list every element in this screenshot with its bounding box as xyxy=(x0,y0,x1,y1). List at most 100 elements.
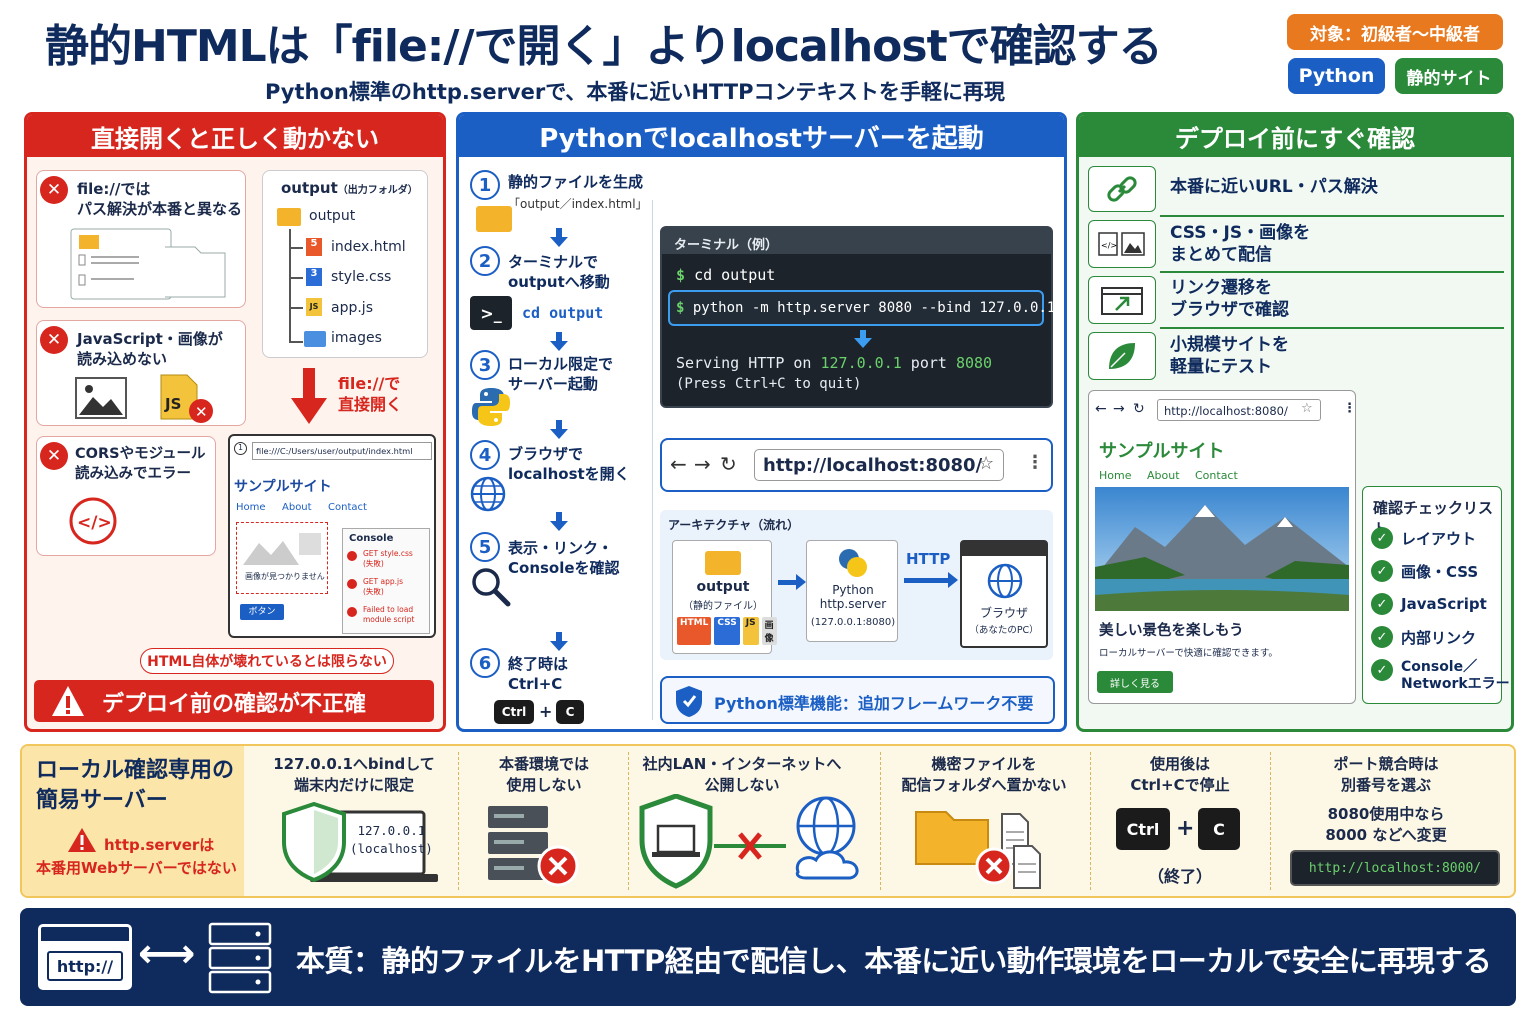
external-link-icon xyxy=(1088,276,1156,324)
step-2-text: ターミナルで outputへ移動 xyxy=(508,253,610,292)
terminal-title: ターミナル（例） xyxy=(674,238,779,253)
checklist-item: ✓ 内部リンク xyxy=(1371,626,1476,648)
forward-icon[interactable]: → xyxy=(694,452,711,476)
url-field[interactable]: http://localhost:8080/ xyxy=(1157,399,1321,421)
tree-item: images xyxy=(331,330,382,346)
terminal-output-1: Serving HTTP on 127.0.0.1 port 8080 xyxy=(676,354,993,372)
menu-icon[interactable]: ⋮ xyxy=(1026,452,1044,473)
check-icon: ✓ xyxy=(1371,593,1393,615)
article-body: ローカルサーバーで快適に確認できます。 xyxy=(1099,648,1278,659)
read-more-button[interactable]: 詳しく見る xyxy=(1097,671,1173,693)
confidential-file-blocked-icon xyxy=(915,811,1041,889)
step-4-number: 4 xyxy=(470,440,500,470)
step-6-text: 終了時は Ctrl+C xyxy=(508,655,569,694)
reload-icon[interactable]: ↻ xyxy=(720,452,737,476)
nav-link[interactable]: Contact xyxy=(1195,469,1238,482)
tree-item: output xyxy=(309,208,356,224)
preview-browser-window: ← → ↻ http://localhost:8080/ ☆ ⋮ サンプルサイト… xyxy=(1088,390,1356,704)
folder-icon xyxy=(277,208,301,226)
error-dot-icon xyxy=(347,551,357,561)
arrow-down-icon xyxy=(291,398,327,424)
nav-link[interactable]: About xyxy=(282,502,312,513)
python-icon xyxy=(472,388,510,426)
console-panel: Console GET style.css (失敗) GET app.js (失… xyxy=(342,528,430,634)
broken-image-icon xyxy=(243,533,321,565)
note-pill: HTML自体が壊れているとは限らない xyxy=(140,648,394,674)
files-icon: </> xyxy=(1088,220,1156,268)
code-error-icon: </> xyxy=(69,497,117,545)
step-4-text: ブラウザで localhostを開く xyxy=(508,445,630,484)
checklist-item: ✓ レイアウト xyxy=(1371,527,1476,549)
summary-text: 本質：静的ファイルをHTTP経由で配信し、本番に近い動作環境をローカルで安全に再… xyxy=(296,944,1492,978)
arch-browser-box: ブラウザ （あなたのPC） xyxy=(960,540,1048,648)
error-icon: ✕ xyxy=(40,442,68,470)
feature-text: 小規模サイトを 軽量にテスト xyxy=(1170,335,1289,378)
article-headline: 美しい景色を楽しもう xyxy=(1099,623,1244,639)
checklist-item: ✓ JavaScript xyxy=(1371,593,1487,615)
step-1-number: 1 xyxy=(470,170,500,200)
right-panel-heading: デプロイ前にすぐ確認 xyxy=(1079,115,1511,157)
http-url: http:// xyxy=(47,951,123,981)
back-icon[interactable]: ← xyxy=(1095,401,1107,417)
nav-link[interactable]: About xyxy=(1147,469,1180,482)
broken-browser-window: 1 file:///C:/Users/user/output/index.htm… xyxy=(228,434,436,638)
tree-item: style.css xyxy=(331,269,392,285)
no-public-network-icon xyxy=(639,794,859,889)
arch-server-box: Python http.server (127.0.0.1:8080) xyxy=(806,540,898,642)
nav-link[interactable]: Home xyxy=(1099,469,1131,482)
stop-sub: （終了） xyxy=(1147,867,1212,886)
step-1-text: 静的ファイルを生成 xyxy=(508,173,644,191)
problem-text: CORSやモジュール 読み込みでエラー xyxy=(75,446,206,482)
landscape-image xyxy=(1095,487,1349,611)
port-sub: 8080使用中なら 8000 などへ変更 xyxy=(1325,805,1447,844)
center-panel-heading: Pythonでlocalhostサーバーを起動 xyxy=(459,115,1064,157)
menu-icon[interactable]: ⋮ xyxy=(1343,401,1356,416)
feature-text: リンク遷移を ブラウザで確認 xyxy=(1170,278,1289,321)
warning-banner: デプロイ前の確認が不正確 xyxy=(34,680,434,722)
problem-text: JavaScript・画像が 読み込めない xyxy=(77,330,223,369)
step-3-number: 3 xyxy=(470,350,500,380)
leaf-icon xyxy=(1088,332,1156,380)
tree-title: output（出力フォルダ） xyxy=(281,179,418,197)
python-icon xyxy=(839,549,867,577)
broken-path-icon xyxy=(70,228,226,300)
localhost-badge: 127.0.0.1 (localhost) xyxy=(350,823,433,856)
reload-icon[interactable]: ↻ xyxy=(1133,401,1145,417)
checklist-item: ✓ 画像・CSS xyxy=(1371,560,1478,582)
svg-text:✕: ✕ xyxy=(195,403,208,421)
arrow-down-icon xyxy=(550,641,568,651)
nav-link[interactable]: Contact xyxy=(328,502,367,513)
check-icon: ✓ xyxy=(1371,626,1393,648)
c-key: C xyxy=(556,700,584,724)
sample-button[interactable]: ボタン xyxy=(240,604,284,620)
address-bar[interactable]: file:///C:/Users/user/output/index.html xyxy=(252,442,432,460)
browser-icon: http:// xyxy=(38,924,132,990)
shield-icon xyxy=(676,686,702,717)
problem-text: file://では パス解決が本番と異なる xyxy=(77,180,243,219)
back-icon[interactable]: ← xyxy=(670,452,687,476)
error-dot-icon xyxy=(347,607,357,617)
link-icon xyxy=(1088,166,1156,212)
forward-icon[interactable]: → xyxy=(1113,401,1125,417)
arrow-down-icon xyxy=(550,521,568,531)
step-2-number: 2 xyxy=(470,246,500,276)
check-icon: ✓ xyxy=(1371,560,1393,582)
arrow-down-icon xyxy=(854,338,872,348)
audience-badge: 対象：初級者〜中級者 xyxy=(1287,14,1503,50)
problem-card-cors: ✕ CORSやモジュール 読み込みでエラー </> xyxy=(36,436,216,556)
globe-icon xyxy=(470,476,506,512)
arrow-label: file://で 直接開く xyxy=(338,374,403,414)
terminal-icon: >_ xyxy=(470,296,512,330)
star-icon[interactable]: ☆ xyxy=(978,453,994,474)
star-icon[interactable]: ☆ xyxy=(1301,401,1313,416)
nav-link[interactable]: Home xyxy=(236,502,266,513)
js-file-icon: JS xyxy=(306,298,322,316)
terminal-line-2[interactable]: $ python -m http.server 8080 --bind 127.… xyxy=(676,300,1055,316)
c-key: C xyxy=(1198,808,1240,850)
url-field[interactable]: http://localhost:8080/ xyxy=(754,449,1004,481)
css3-icon: 3 xyxy=(306,268,322,286)
step-3-text: ローカル限定で サーバー起動 xyxy=(508,355,614,394)
svg-text:</>: </> xyxy=(1101,241,1117,250)
error-icon: ✕ xyxy=(40,326,68,354)
feature-text: 本番に近いURL・パス解決 xyxy=(1170,177,1378,197)
